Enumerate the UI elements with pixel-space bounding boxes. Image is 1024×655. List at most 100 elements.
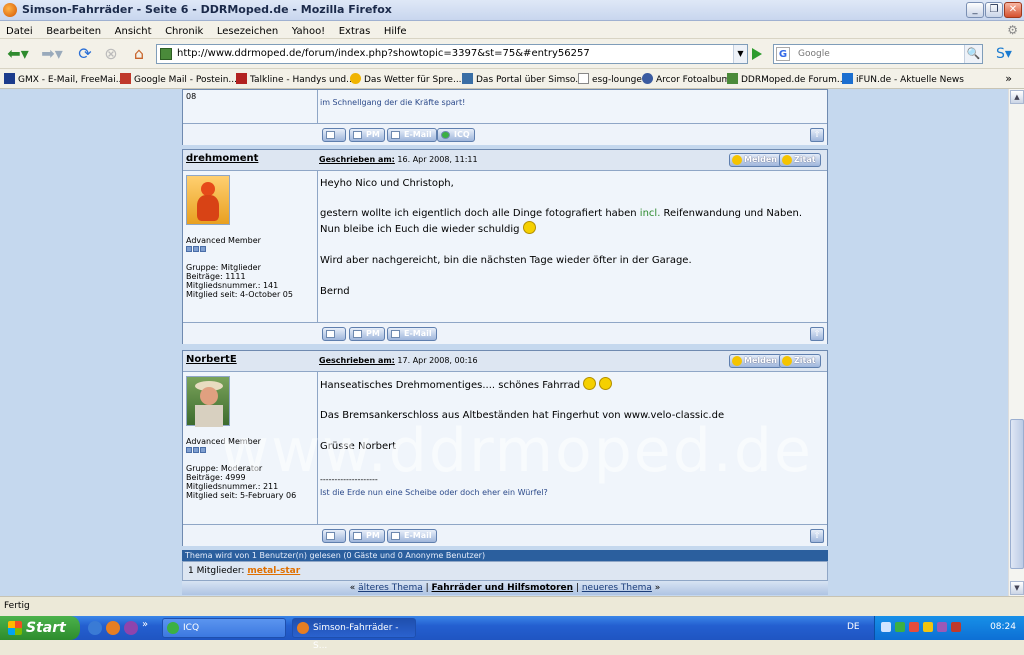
menu-extras[interactable]: Extras	[339, 26, 371, 37]
url-bar[interactable]: http://www.ddrmoped.de/forum/index.php?s…	[156, 44, 748, 64]
bookmark-ddrmoped[interactable]: DDRMoped.de Forum...	[727, 73, 845, 85]
email-button[interactable]: E-Mail	[387, 529, 437, 543]
back-icon[interactable]: ⬅▾	[4, 43, 32, 65]
media-player-icon[interactable]	[124, 621, 138, 635]
profile-button[interactable]	[322, 529, 346, 543]
gmail-icon	[120, 73, 131, 84]
quicklaunch-overflow-icon[interactable]: »	[142, 619, 156, 633]
avatar	[186, 376, 230, 427]
scroll-up-icon[interactable]: ▲	[1010, 90, 1024, 104]
menu-hilfe[interactable]: Hilfe	[384, 26, 407, 37]
post-text-line: gestern wollte ich eigentlich doch alle …	[320, 208, 803, 219]
profile-icon	[326, 330, 335, 338]
post-divider	[317, 372, 318, 524]
menu-lesezeichen[interactable]: Lesezeichen	[217, 26, 278, 37]
email-button[interactable]: E-Mail	[387, 327, 437, 341]
scroll-top-button[interactable]: ⇧	[810, 327, 824, 341]
pm-icon	[353, 330, 362, 338]
scroll-top-button[interactable]: ⇧	[810, 128, 824, 142]
ddrmoped-icon	[727, 73, 738, 84]
google-icon[interactable]: G	[776, 47, 790, 61]
quote-button[interactable]: Zitat	[779, 153, 821, 167]
start-button[interactable]: Start	[0, 616, 80, 640]
member-posts: Beiträge: 4999	[186, 473, 246, 482]
post-date: Geschrieben am: 17. Apr 2008, 00:16	[319, 356, 478, 365]
search-icon[interactable]: 🔍	[964, 45, 982, 63]
pm-button[interactable]: PM	[349, 327, 385, 341]
url-dropdown-icon[interactable]: ▼	[733, 45, 747, 63]
bookmark-simson-portal[interactable]: Das Portal über Simso...	[462, 73, 584, 85]
bookmark-wetter[interactable]: Das Wetter für Spre...	[350, 73, 462, 85]
pm-button[interactable]: PM	[349, 529, 385, 543]
tray-misc-icon[interactable]	[951, 622, 961, 632]
pm-button[interactable]: PM	[349, 128, 385, 142]
url-text[interactable]: http://www.ddrmoped.de/forum/index.php?s…	[177, 48, 590, 59]
bookmark-ifun[interactable]: iFUN.de - Aktuelle News	[842, 73, 964, 85]
bookmark-arcor[interactable]: Arcor Fotoalbum	[642, 73, 730, 85]
bookmarks-overflow-icon[interactable]: »	[1005, 72, 1012, 85]
go-icon[interactable]	[752, 48, 762, 60]
maximize-button[interactable]: ❐	[985, 2, 1003, 18]
tray-network-icon[interactable]	[923, 622, 933, 632]
icq-button[interactable]: ICQ	[437, 128, 475, 142]
author-link[interactable]: drehmoment	[186, 153, 258, 164]
scroll-top-button[interactable]: ⇧	[810, 529, 824, 543]
search-box[interactable]: G 🔍	[773, 44, 983, 64]
member-link[interactable]: metal-star	[247, 566, 300, 576]
scroll-down-icon[interactable]: ▼	[1010, 581, 1024, 595]
post-drehmoment: drehmoment Geschrieben am: 16. Apr 2008,…	[182, 149, 828, 344]
skype-icon[interactable]: S▾	[990, 43, 1018, 65]
firefox-quicklaunch-icon[interactable]	[106, 621, 120, 635]
tray-icq-icon[interactable]	[895, 622, 905, 632]
post-text-line: Bernd	[320, 286, 350, 297]
avatar	[186, 175, 230, 225]
clock: 08:24	[990, 622, 1016, 632]
taskbar-firefox[interactable]: Simson-Fahrräder - S...	[292, 618, 416, 651]
bookmark-talkline[interactable]: Talkline - Handys und...	[236, 73, 355, 85]
post-text-line: Grüsse Norbert	[320, 441, 397, 452]
previous-thread-link[interactable]: älteres Thema	[358, 583, 423, 593]
menu-datei[interactable]: Datei	[6, 26, 33, 37]
author-link[interactable]: NorbertE	[186, 354, 237, 365]
avatar-shirt	[195, 405, 223, 427]
page-scrollbar[interactable]: ▲ ▼	[1008, 89, 1024, 596]
menu-chronik[interactable]: Chronik	[165, 26, 203, 37]
warning-icon	[732, 155, 742, 165]
reload-icon[interactable]: ⟳	[74, 43, 96, 65]
tray-volume-icon[interactable]	[937, 622, 947, 632]
home-icon[interactable]: ⌂	[128, 43, 150, 65]
email-button[interactable]: E-Mail	[387, 128, 437, 142]
quote-button[interactable]: Zitat	[779, 354, 821, 368]
post-footer: PM E-Mail ⇧	[183, 524, 827, 546]
next-thread-link[interactable]: neueres Thema	[582, 583, 652, 593]
sun-icon	[350, 73, 361, 84]
forum-link[interactable]: Fahrräder und Hilfsmotoren	[432, 583, 574, 593]
report-button[interactable]: Melden	[729, 153, 782, 167]
menu-bearbeiten[interactable]: Bearbeiten	[46, 26, 101, 37]
avatar-face	[200, 387, 218, 405]
stop-icon[interactable]: ⊗	[100, 43, 122, 65]
tray-chevron-icon[interactable]	[881, 622, 891, 632]
scroll-thumb[interactable]	[1010, 419, 1024, 569]
post-footer: PM E-Mail ⇧	[183, 322, 827, 344]
bookmarks-toolbar: GMX - E-Mail, FreeMai... Google Mail - P…	[0, 69, 1024, 89]
close-button[interactable]: ✕	[1004, 2, 1022, 18]
bookmark-gmx[interactable]: GMX - E-Mail, FreeMai...	[4, 73, 124, 85]
tray-antivirus-icon[interactable]	[909, 622, 919, 632]
post-text-line: Heyho Nico und Christoph,	[320, 178, 454, 189]
language-indicator[interactable]: DE	[847, 622, 860, 632]
menu-ansicht[interactable]: Ansicht	[115, 26, 152, 37]
talkline-icon	[236, 73, 247, 84]
profile-button[interactable]	[322, 128, 346, 142]
forward-icon[interactable]: ➡▾	[38, 43, 66, 65]
report-button[interactable]: Melden	[729, 354, 782, 368]
profile-button[interactable]	[322, 327, 346, 341]
ie-icon[interactable]	[88, 621, 102, 635]
bookmark-google-mail[interactable]: Google Mail - Postein...	[120, 73, 237, 85]
menu-yahoo[interactable]: Yahoo!	[292, 26, 325, 37]
forum-thread: 08 im Schnellgang der die Kräfte spart! …	[182, 89, 828, 546]
bookmark-esg-lounge[interactable]: esg-lounge	[578, 73, 642, 85]
search-input[interactable]	[796, 47, 956, 61]
taskbar-icq[interactable]: ICQ	[162, 618, 286, 638]
minimize-button[interactable]: _	[966, 2, 984, 18]
